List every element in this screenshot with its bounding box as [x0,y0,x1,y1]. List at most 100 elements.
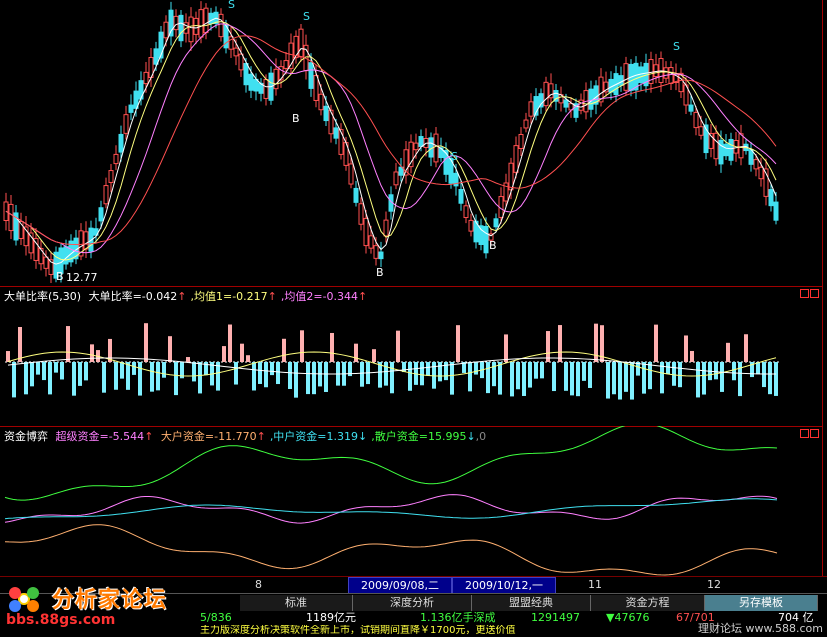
candlestick-chart[interactable]: S S S S B B B B [0,0,827,286]
date-box-1: 2009/09/08,二 [348,577,452,594]
funds-tail: ,0 [475,430,487,443]
ratio-bar [306,362,310,395]
candle-body [668,67,674,84]
candle-body [493,218,499,228]
ratio-bar [12,362,16,398]
ratio-bar [420,362,424,386]
candle-body [358,203,364,225]
close-icon[interactable] [810,289,819,298]
ratio-bar [648,362,652,390]
ratio-bar [390,362,394,394]
ratio-bar [606,362,610,399]
ratio-bar [156,362,160,391]
ratio-histogram[interactable] [0,286,827,426]
ratio-bar [222,346,226,362]
candle-body [253,78,259,92]
buy-signal-marker: B [292,112,300,125]
ratio-bar [618,362,622,400]
retail-funds: ,散户资金=15.995 [371,430,467,443]
ratio-bar [66,326,70,362]
candle-body [478,225,484,245]
ratio-bar [384,362,388,386]
candle-body [273,68,279,90]
candle-body [713,132,719,160]
ratio-bar [540,362,544,379]
funds-lines-chart[interactable] [0,426,827,576]
candle-body [528,101,534,117]
ratio-bar [48,362,52,395]
ratio-bar [276,362,280,385]
big-order-ratio-pane[interactable]: 大单比率(5,30) 大单比率=-0.042↑ ,均值1=-0.217↑ ,均值2=… [0,286,827,426]
candle-body [653,64,659,78]
candle-body [198,9,204,38]
ratio-bar [324,362,328,392]
candle-body [728,138,734,161]
ratio-bar [60,362,64,380]
logo-url: bbs.88gs.com [6,612,116,628]
funds-indicator-title: 资金博弈 超级资金=-5.544↑ 大户资金=-11.770↑ ,中户资金=1.3… [4,428,490,444]
ratio-bar [288,362,292,390]
candle-body [368,235,374,249]
maximize-icon[interactable] [800,289,809,298]
candle-body [398,166,404,176]
candle-body [333,127,339,139]
candle-body [758,166,764,180]
tab-deep-analysis[interactable]: 深度分析 [353,595,472,611]
ratio-bar [90,344,94,362]
candle-body [113,153,119,165]
candle-body [83,231,89,250]
ratio-bar [144,323,148,362]
mid-funds-line [4,498,778,520]
candle-body [338,129,344,155]
candle-body [63,246,69,265]
tab-funds-equation[interactable]: 资金方程 [591,595,705,611]
ratio-bar [378,362,382,388]
price-chart-pane[interactable]: S S S S B B B B 12.77 [0,0,827,286]
big-arrow: ↑ [256,430,266,443]
mid-arrow: ↓ [358,430,368,443]
ratio-bar [438,362,442,382]
candle-body [383,219,389,237]
watermark: 理财论坛 www.588.com [698,622,823,635]
candle-body [513,145,519,173]
tab-standard[interactable]: 标准 [240,595,353,611]
maximize-icon[interactable] [800,429,809,438]
ratio-bar [354,343,358,362]
ratio-bar [510,362,514,397]
ratio-bar [756,362,760,375]
ticker-text[interactable]: 主力版深度分析决策软件全新上市，试销期间直降￥1700元，更送价值 [200,625,515,637]
ratio-bar [720,362,724,392]
candle-body [428,137,434,158]
ratio-bar [642,362,646,394]
candle-body [188,16,194,43]
ratio-bar [186,357,190,362]
ratio-bar [678,362,682,388]
close-icon[interactable] [810,429,819,438]
ratio-bar [360,362,364,387]
ratio-bar [396,330,400,362]
candle-body [163,21,169,39]
candle-body [663,67,669,79]
candle-body [693,111,699,129]
ratio-bar [84,362,88,381]
avg2-arrow: ↑ [358,290,368,303]
candle-body [483,225,489,254]
ratio-bar [162,362,166,378]
ratio-indicator-title: 大单比率(5,30) 大单比率=-0.042↑ ,均值1=-0.217↑ ,均值2=… [4,288,371,304]
ratio-bar [696,362,700,398]
tab-save-template[interactable]: 另存模板 [705,595,818,611]
ratio-params: (5,30) [48,290,82,303]
candle-body [153,48,159,65]
super-funds: 超级资金=-5.544 [55,430,145,443]
funds-game-pane[interactable]: 资金博弈 超级资金=-5.544↑ 大户资金=-11.770↑ ,中户资金=1.3… [0,426,827,576]
ratio-bar [504,334,508,362]
candle-body [143,71,149,85]
candle-body [373,245,379,259]
candle-body [523,119,529,129]
ratio-bar [762,362,766,388]
ratio-bar [582,362,586,381]
ratio-name: 大单比率 [4,290,48,303]
ratio-bar [588,362,592,388]
tab-classic[interactable]: 盟盟经典 [472,595,591,611]
ratio-bar [30,362,34,387]
